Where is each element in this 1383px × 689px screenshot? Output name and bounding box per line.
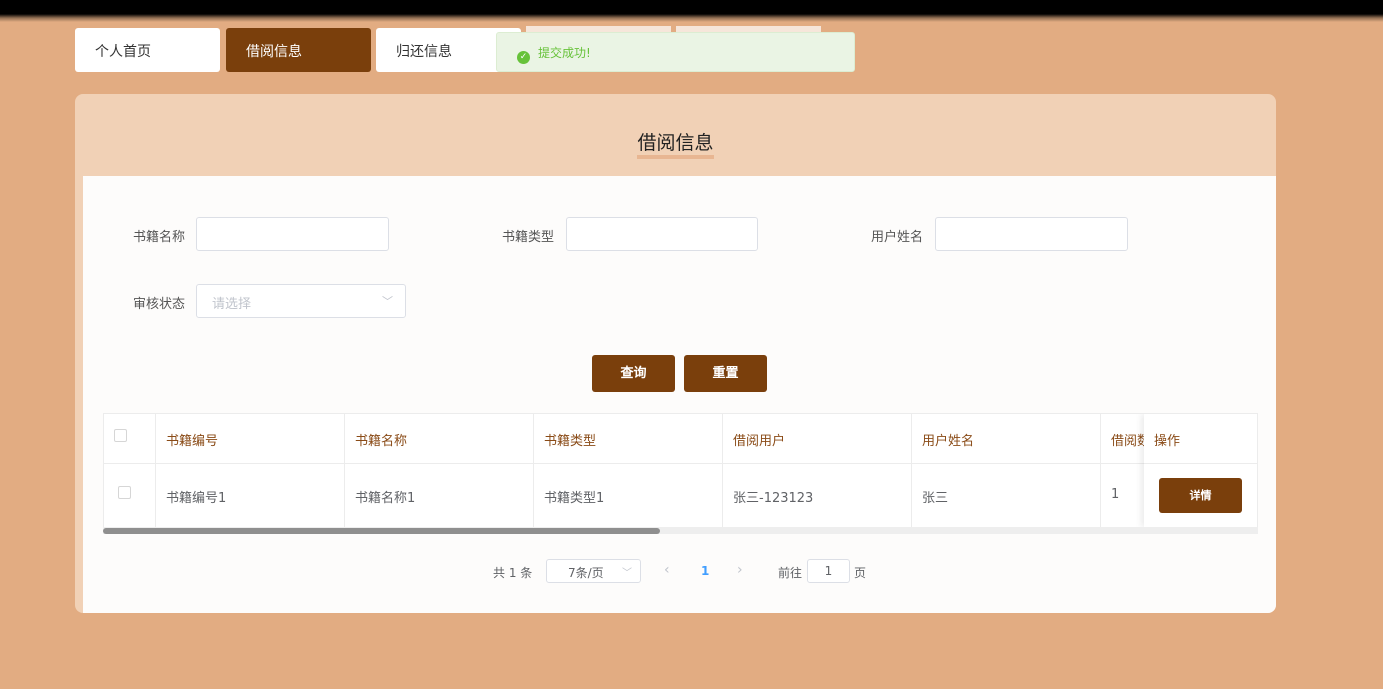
query-button[interactable]: 查询 bbox=[592, 355, 675, 392]
total-count: 共 1 条 bbox=[493, 566, 533, 580]
header-book-name[interactable]: 书籍名称 bbox=[345, 414, 534, 463]
page-title: 借阅信息 bbox=[637, 132, 714, 159]
page-unit-label: 页 bbox=[854, 566, 867, 580]
page-number-current[interactable]: 1 bbox=[701, 564, 709, 578]
operation-column: 操作 详情 bbox=[1144, 414, 1257, 527]
header-operation: 操作 bbox=[1144, 414, 1257, 464]
book-name-input[interactable] bbox=[196, 217, 389, 251]
scrollbar-thumb[interactable] bbox=[103, 528, 660, 534]
page-size-value: 7条/页 bbox=[568, 566, 604, 580]
toast-message: 提交成功! bbox=[538, 46, 591, 60]
header-book-id[interactable]: 书籍编号 bbox=[156, 414, 345, 463]
table-header-row: 书籍编号 书籍名称 书籍类型 借阅用户 用户姓名 借阅数 bbox=[104, 414, 1257, 464]
success-toast: ✓ 提交成功! bbox=[496, 32, 855, 72]
user-name-label: 用户姓名 bbox=[871, 230, 924, 245]
next-page-icon[interactable]: › bbox=[737, 562, 743, 578]
cell-user-name: 张三 bbox=[912, 464, 1101, 527]
audit-status-label: 审核状态 bbox=[133, 297, 186, 312]
check-circle-icon: ✓ bbox=[517, 51, 530, 64]
row-checkbox-cell bbox=[104, 464, 156, 527]
cell-borrow-user: 张三-123123 bbox=[723, 464, 912, 527]
horizontal-scrollbar[interactable] bbox=[103, 527, 1258, 534]
tab-borrow-info-label: 借阅信息 bbox=[246, 44, 302, 60]
audit-status-select[interactable]: 请选择 ﹀ bbox=[196, 284, 406, 318]
chevron-down-icon: ﹀ bbox=[622, 568, 632, 579]
table-row: 书籍编号1 书籍名称1 书籍类型1 张三-123123 张三 1 bbox=[104, 464, 1257, 527]
book-type-label: 书籍类型 bbox=[502, 230, 555, 245]
cell-book-type: 书籍类型1 bbox=[534, 464, 723, 527]
borrow-info-card: 借阅信息 书籍名称 书籍类型 用户姓名 审核状态 请选择 ﹀ 查询 重置 书籍编… bbox=[75, 94, 1276, 613]
tab-home[interactable]: 个人首页 bbox=[75, 28, 220, 72]
user-name-input[interactable] bbox=[935, 217, 1128, 251]
cell-book-name: 书籍名称1 bbox=[345, 464, 534, 527]
page-size-select[interactable]: 7条/页 ﹀ bbox=[546, 559, 641, 583]
header-borrow-user[interactable]: 借阅用户 bbox=[723, 414, 912, 463]
card-body: 书籍名称 书籍类型 用户姓名 审核状态 请选择 ﹀ 查询 重置 书籍编号 书籍名… bbox=[83, 176, 1276, 613]
goto-label: 前往 bbox=[778, 566, 803, 580]
header-user-name[interactable]: 用户姓名 bbox=[912, 414, 1101, 463]
top-shadow-bar bbox=[0, 0, 1383, 22]
book-name-label: 书籍名称 bbox=[133, 230, 186, 245]
tab-home-label: 个人首页 bbox=[95, 44, 151, 60]
cell-book-id: 书籍编号1 bbox=[156, 464, 345, 527]
tab-borrow-info[interactable]: 借阅信息 bbox=[226, 28, 371, 72]
borrow-table: 书籍编号 书籍名称 书籍类型 借阅用户 用户姓名 借阅数 书籍编号1 书籍名称1… bbox=[103, 413, 1258, 529]
header-book-type[interactable]: 书籍类型 bbox=[534, 414, 723, 463]
book-type-input[interactable] bbox=[566, 217, 758, 251]
row-checkbox[interactable] bbox=[118, 486, 131, 499]
card-header: 借阅信息 bbox=[75, 94, 1276, 176]
select-all-checkbox[interactable] bbox=[114, 429, 127, 442]
goto-page-input[interactable]: 1 bbox=[807, 559, 850, 583]
chevron-down-icon: ﹀ bbox=[382, 295, 393, 308]
reset-button[interactable]: 重置 bbox=[684, 355, 767, 392]
prev-page-icon[interactable]: ‹ bbox=[664, 562, 670, 578]
tab-return-info-label: 归还信息 bbox=[396, 44, 452, 60]
detail-button[interactable]: 详情 bbox=[1159, 478, 1242, 513]
audit-status-placeholder: 请选择 bbox=[212, 297, 252, 312]
header-checkbox-cell bbox=[104, 414, 156, 463]
